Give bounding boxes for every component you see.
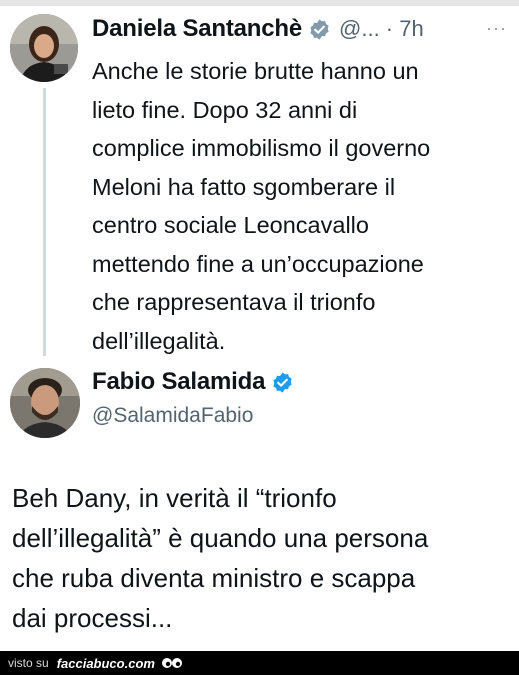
avatar-daniela-image [10,14,78,82]
verified-gray-icon [308,18,331,41]
avatar-fabio[interactable] [10,368,80,438]
more-options-icon[interactable]: ··· [486,18,507,39]
avatar-daniela[interactable] [10,14,78,82]
tweet-daniela[interactable]: Daniela Santanchè @... · 7h ··· Anche le… [0,6,519,356]
author-name[interactable]: Daniela Santanchè [92,15,302,43]
author-handle[interactable]: @SalamidaFabio [92,404,253,428]
watermark-footer: visto su facciabuco.com [0,651,519,675]
thread-line [43,88,46,356]
tweet-header: Daniela Santanchè @... · 7h [92,14,424,44]
eyes-logo-icon [161,656,183,670]
verified-blue-icon [271,371,294,394]
tweet-text: Beh Dany, in verità il “trionfo dell’ill… [12,483,429,633]
tweet-text: Anche le storie brutte hanno un lieto fi… [92,58,431,354]
author-name[interactable]: Fabio Salamida [92,368,265,396]
handle-time[interactable]: @... · 7h [339,16,424,42]
site-link[interactable]: facciabuco.com [57,656,155,671]
tweet-header: Fabio Salamida [92,366,294,398]
visto-su-label: visto su [8,656,49,670]
avatar-fabio-image [10,368,80,438]
